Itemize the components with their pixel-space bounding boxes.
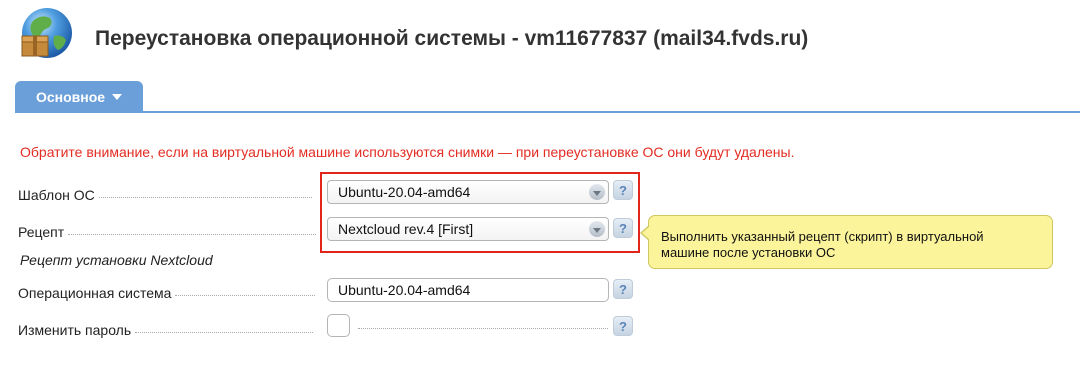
recipe-help-icon[interactable]: ?	[613, 218, 633, 238]
tab-main-label: Основное	[35, 88, 106, 105]
checkbox-leader-dots	[358, 328, 608, 329]
chevron-down-icon	[112, 93, 123, 100]
recipe-tooltip: Выполнить указанный рецепт (скрипт) в ви…	[640, 215, 1053, 269]
os-template-value: Ubuntu-20.04-amd64	[338, 184, 471, 200]
page-title: Переустановка операционной системы - vm1…	[95, 27, 809, 50]
recipe-label-row: Рецепт	[18, 218, 317, 240]
label-leader-dots	[68, 234, 317, 235]
change-password-label: Изменить пароль	[18, 322, 132, 338]
tab-main[interactable]: Основное	[15, 81, 143, 112]
label-leader-dots	[175, 295, 316, 296]
label-leader-dots	[135, 332, 314, 333]
operating-system-value: Ubuntu-20.04-amd64	[338, 282, 471, 298]
os-template-select[interactable]: Ubuntu-20.04-amd64	[327, 180, 609, 204]
operating-system-field[interactable]: Ubuntu-20.04-amd64	[327, 278, 609, 302]
os-template-label-row: Шаблон ОС	[18, 181, 312, 203]
recipe-value: Nextcloud rev.4 [First]	[338, 221, 474, 237]
change-password-help-icon[interactable]: ?	[613, 316, 633, 336]
change-password-label-row: Изменить пароль	[18, 316, 314, 338]
label-leader-dots	[98, 197, 312, 198]
change-password-checkbox[interactable]	[327, 314, 350, 337]
recipe-section-title: Рецепт установки Nextcloud	[20, 252, 213, 268]
tooltip-pointer-fill	[642, 226, 650, 240]
dropdown-arrow-icon	[589, 184, 605, 200]
operating-system-label: Операционная система	[18, 285, 172, 301]
tooltip-line-1: Выполнить указанный рецепт (скрипт) в ви…	[661, 229, 984, 244]
tooltip-line-2: машине после установки ОС	[661, 245, 836, 260]
operating-system-label-row: Операционная система	[18, 279, 316, 301]
recipe-select[interactable]: Nextcloud rev.4 [First]	[327, 217, 609, 241]
recipe-label: Рецепт	[18, 224, 65, 240]
dropdown-arrow-icon	[589, 221, 605, 237]
tab-divider	[15, 111, 1080, 113]
snapshot-warning: Обратите внимание, если на виртуальной м…	[20, 144, 795, 160]
globe-install-icon	[21, 8, 72, 58]
os-template-help-icon[interactable]: ?	[613, 180, 633, 200]
os-template-label: Шаблон ОС	[18, 187, 95, 203]
operating-system-help-icon[interactable]: ?	[613, 279, 633, 299]
